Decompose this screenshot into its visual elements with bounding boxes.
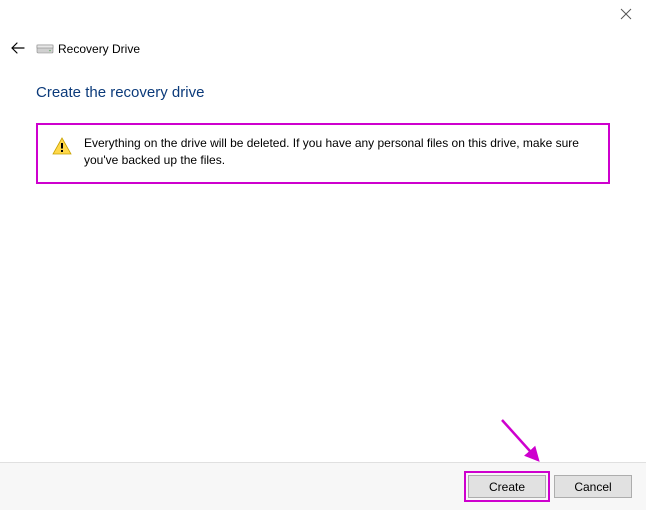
warning-text: Everything on the drive will be deleted.…: [84, 135, 594, 170]
cancel-button[interactable]: Cancel: [554, 475, 632, 498]
page-heading: Create the recovery drive: [36, 84, 610, 101]
content-area: Create the recovery drive Everything on …: [36, 84, 610, 184]
warning-box: Everything on the drive will be deleted.…: [36, 123, 610, 184]
back-arrow-icon: [10, 40, 26, 56]
window-title: Recovery Drive: [58, 42, 140, 56]
create-button[interactable]: Create: [468, 475, 546, 498]
warning-triangle-icon: [52, 136, 72, 156]
close-button[interactable]: [620, 8, 636, 24]
drive-icon: [36, 42, 54, 56]
close-icon: [620, 8, 632, 20]
footer-bar: Create Cancel: [0, 462, 646, 510]
back-button[interactable]: [10, 40, 30, 60]
titlebar: Recovery Drive: [0, 0, 646, 56]
